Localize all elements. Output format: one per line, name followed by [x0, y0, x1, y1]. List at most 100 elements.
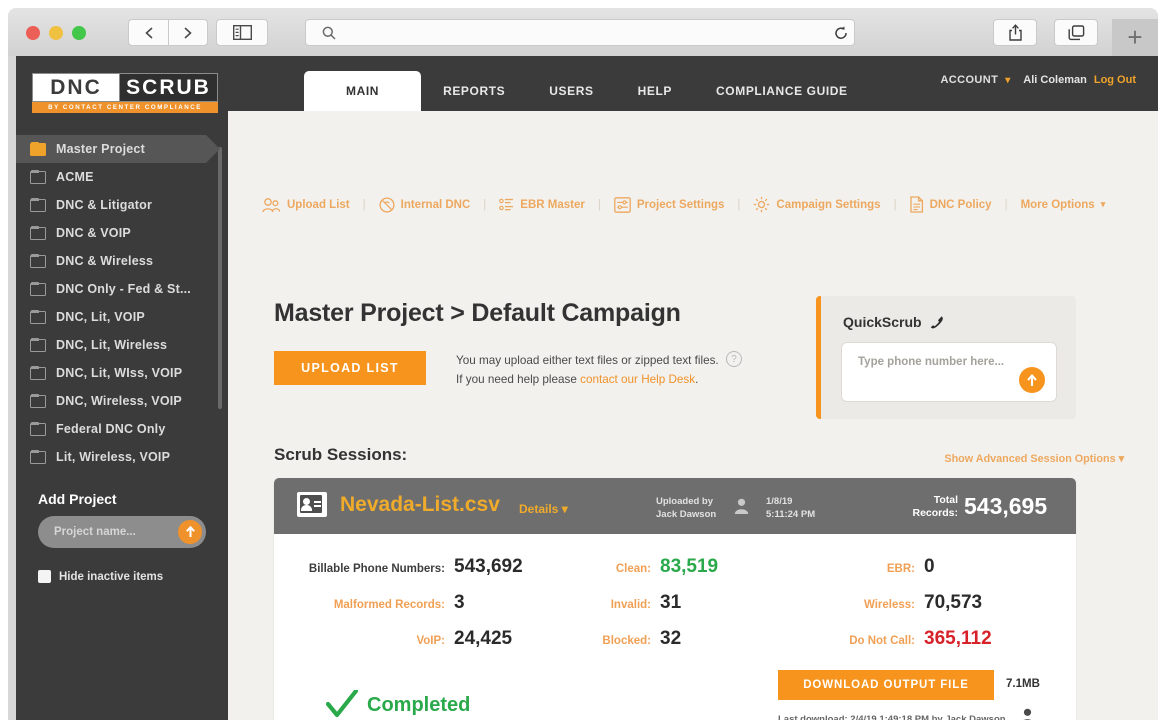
- session-file-name: Nevada-List.csv: [340, 493, 500, 517]
- subnav-item-upload-list[interactable]: Upload List: [262, 197, 350, 213]
- output-file-size: 7.1MB: [1006, 678, 1040, 690]
- subnav-separator: |: [483, 199, 486, 211]
- subnav-label: Internal DNC: [401, 199, 471, 211]
- folder-icon: [30, 255, 46, 268]
- reload-button[interactable]: [821, 19, 861, 46]
- show-tabs-button[interactable]: [1054, 19, 1098, 46]
- folder-icon: [30, 423, 46, 436]
- sidebar-item-project[interactable]: Lit, Wireless, VOIP: [16, 443, 228, 471]
- folder-icon: [30, 199, 46, 212]
- sidebar-item-project[interactable]: DNC, Lit, Wireless: [16, 331, 228, 359]
- stat-label: EBR:: [814, 563, 924, 575]
- subnav-item-dnc-policy[interactable]: DNC Policy: [910, 196, 992, 213]
- quickscrub-submit-button[interactable]: [1019, 367, 1045, 393]
- sidebar-item-project[interactable]: DNC, Lit, VOIP: [16, 303, 228, 331]
- subnav-separator: |: [894, 199, 897, 211]
- help-desk-link[interactable]: contact our Help Desk: [580, 373, 695, 386]
- chevron-down-icon[interactable]: ▾: [1005, 75, 1010, 86]
- new-tab-label: +: [1127, 22, 1142, 53]
- subnav-item-project-settings[interactable]: Project Settings: [614, 197, 725, 213]
- new-tab-button[interactable]: +: [1112, 19, 1158, 56]
- tab-users[interactable]: USERS: [527, 71, 615, 111]
- web-page: DNC SCRUB BY CONTACT CENTER COMPLIANCE M…: [16, 56, 1158, 720]
- tab-label: REPORTS: [443, 84, 505, 98]
- subnav-separator: |: [1005, 199, 1008, 211]
- subnav-item-campaign-settings[interactable]: Campaign Settings: [753, 196, 880, 213]
- back-button[interactable]: [128, 19, 168, 46]
- checkbox-box[interactable]: [38, 570, 51, 583]
- last-download-info: Last download: 2/4/19 1:49:18 PM by Jack…: [778, 714, 1006, 720]
- sidebar-item-label: DNC & Litigator: [56, 198, 152, 212]
- subnav-item-more-options[interactable]: More Options ▾: [1021, 199, 1106, 211]
- tab-reports[interactable]: REPORTS: [421, 71, 527, 111]
- subnav-item-ebr-master[interactable]: EBR Master: [499, 197, 585, 213]
- tab-help[interactable]: HELP: [616, 71, 694, 111]
- hide-inactive-label: Hide inactive items: [59, 571, 163, 583]
- stat-value: 32: [660, 628, 681, 650]
- show-advanced-session-options-link[interactable]: Show Advanced Session Options ▾: [944, 452, 1124, 465]
- stat-label: Invalid:: [574, 599, 660, 611]
- account-menu-label[interactable]: ACCOUNT: [940, 74, 998, 86]
- sidebar: DNC SCRUB BY CONTACT CENTER COMPLIANCE M…: [16, 56, 228, 720]
- sidebar-item-project[interactable]: DNC & Wireless: [16, 247, 228, 275]
- hide-inactive-checkbox[interactable]: Hide inactive items: [38, 570, 228, 583]
- sidebar-item-project[interactable]: DNC & Litigator: [16, 191, 228, 219]
- subnav-label: EBR Master: [520, 199, 585, 211]
- dnc-policy-icon: [910, 196, 924, 213]
- app-logo: DNC SCRUB BY CONTACT CENTER COMPLIANCE: [32, 73, 218, 113]
- upload-note-suffix: .: [695, 373, 698, 386]
- stat-row: Do Not Call:365,112: [814, 628, 1044, 650]
- total-records-label-line2: Records:: [874, 507, 958, 520]
- stat-label: Billable Phone Numbers:: [294, 563, 454, 575]
- sidebar-item-project[interactable]: DNC, Wireless, VOIP: [16, 387, 228, 415]
- address-bar[interactable]: [305, 19, 855, 46]
- page-title: Master Project > Default Campaign: [274, 299, 681, 328]
- sidebar-item-project[interactable]: Federal DNC Only: [16, 415, 228, 443]
- total-records-value: 543,695: [964, 493, 1047, 520]
- add-project-submit-button[interactable]: [178, 520, 202, 544]
- stat-value: 365,112: [924, 628, 992, 650]
- stat-value: 0: [924, 556, 935, 578]
- account-area: ACCOUNT ▾ Ali Coleman Log Out: [940, 74, 1136, 86]
- close-window-button[interactable]: [26, 26, 40, 40]
- upload-note: You may upload either text files or zipp…: [456, 351, 719, 389]
- tab-compliance-guide[interactable]: COMPLIANCE GUIDE: [694, 71, 870, 111]
- quickscrub-title: QuickScrub: [843, 314, 922, 330]
- sidebar-item-project[interactable]: DNC & VOIP: [16, 219, 228, 247]
- main-content: Upload List | Internal DNC |: [228, 111, 1158, 720]
- forward-button[interactable]: [168, 19, 208, 46]
- details-label: Details: [519, 502, 558, 516]
- upload-note-line-1: You may upload either text files or zipp…: [456, 351, 719, 370]
- session-details-link[interactable]: Details ▾: [519, 502, 568, 516]
- help-icon[interactable]: ?: [726, 351, 742, 367]
- subnav-item-internal-dnc[interactable]: Internal DNC: [379, 197, 471, 213]
- sidebar-scrollbar[interactable]: [218, 147, 222, 409]
- stat-label: Blocked:: [574, 635, 660, 647]
- quickscrub-input[interactable]: Type phone number here...: [841, 342, 1057, 402]
- check-icon: [326, 690, 358, 720]
- share-button[interactable]: [993, 19, 1037, 46]
- sidebar-item-project[interactable]: Master Project: [16, 135, 206, 163]
- stat-value: 543,692: [454, 556, 523, 578]
- stat-row: Malformed Records:3: [294, 592, 552, 614]
- status-label: Completed: [367, 694, 470, 717]
- stats-column-2: Clean:83,519Invalid:31Blocked:32: [574, 556, 759, 664]
- download-output-file-button[interactable]: DOWNLOAD OUTPUT FILE: [778, 670, 994, 700]
- add-project-field[interactable]: Project name...: [38, 516, 206, 548]
- sidebar-item-project[interactable]: ACME: [16, 163, 228, 191]
- logout-link[interactable]: Log Out: [1094, 74, 1136, 86]
- stats-column-1: Billable Phone Numbers:543,692 Malformed …: [294, 556, 552, 664]
- sidebar-item-label: DNC, Lit, Wireless: [56, 338, 167, 352]
- upload-list-button[interactable]: UPLOAD LIST: [274, 351, 426, 385]
- show-sidebar-button[interactable]: [216, 19, 268, 46]
- minimize-window-button[interactable]: [49, 26, 63, 40]
- sidebar-item-label: ACME: [56, 170, 94, 184]
- upload-note-prefix: If you need help please: [456, 373, 580, 386]
- sidebar-item-project[interactable]: DNC, Lit, WIss, VOIP: [16, 359, 228, 387]
- tab-main[interactable]: MAIN: [304, 71, 421, 111]
- maximize-window-button[interactable]: [72, 26, 86, 40]
- add-project-input[interactable]: Project name...: [54, 526, 178, 538]
- subnav-label: Upload List: [287, 199, 350, 211]
- sidebar-item-project[interactable]: DNC Only - Fed & St...: [16, 275, 228, 303]
- avatar-icon: [1020, 708, 1035, 720]
